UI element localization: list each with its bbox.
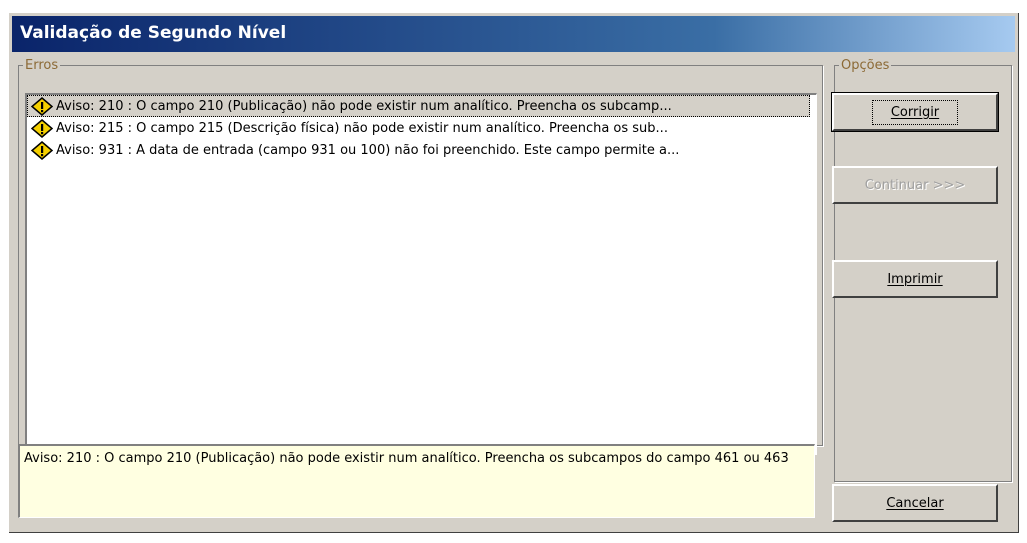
errors-legend: Erros	[25, 58, 59, 73]
warning-icon	[31, 140, 53, 160]
continuar-label: Continuar >>>	[864, 177, 966, 193]
error-detail-box[interactable]: Aviso: 210 : O campo 210 (Publicação) nã…	[18, 444, 815, 518]
imprimir-label: Imprimir	[887, 271, 943, 287]
title-bar[interactable]: Validação de Segundo Nível	[12, 16, 1015, 52]
list-item[interactable]: Aviso: 215 : O campo 215 (Descrição físi…	[27, 117, 810, 139]
errors-list[interactable]: Aviso: 210 : O campo 210 (Publicação) nã…	[25, 93, 817, 455]
cancelar-button[interactable]: Cancelar	[832, 484, 998, 522]
imprimir-button[interactable]: Imprimir	[832, 260, 998, 298]
errors-group: Erros Aviso: 210 : O campo 210 (Publicaç…	[18, 58, 823, 455]
options-legend: Opções	[841, 58, 890, 73]
cancelar-label: Cancelar	[886, 495, 944, 511]
corrigir-button[interactable]: Corrigir	[831, 92, 999, 132]
warning-icon	[31, 96, 53, 116]
list-item[interactable]: Aviso: 931 : A data de entrada (campo 93…	[27, 139, 810, 161]
list-item-text: Aviso: 931 : A data de entrada (campo 93…	[56, 142, 680, 158]
continuar-button[interactable]: Continuar >>>	[832, 166, 998, 204]
warning-icon	[31, 118, 53, 138]
list-item-text: Aviso: 210 : O campo 210 (Publicação) nã…	[56, 98, 672, 114]
list-item-text: Aviso: 215 : O campo 215 (Descrição físi…	[56, 120, 668, 136]
corrigir-label: Corrigir	[871, 99, 959, 125]
window-title: Validação de Segundo Nível	[20, 23, 287, 43]
list-item[interactable]: Aviso: 210 : O campo 210 (Publicação) nã…	[27, 95, 810, 117]
